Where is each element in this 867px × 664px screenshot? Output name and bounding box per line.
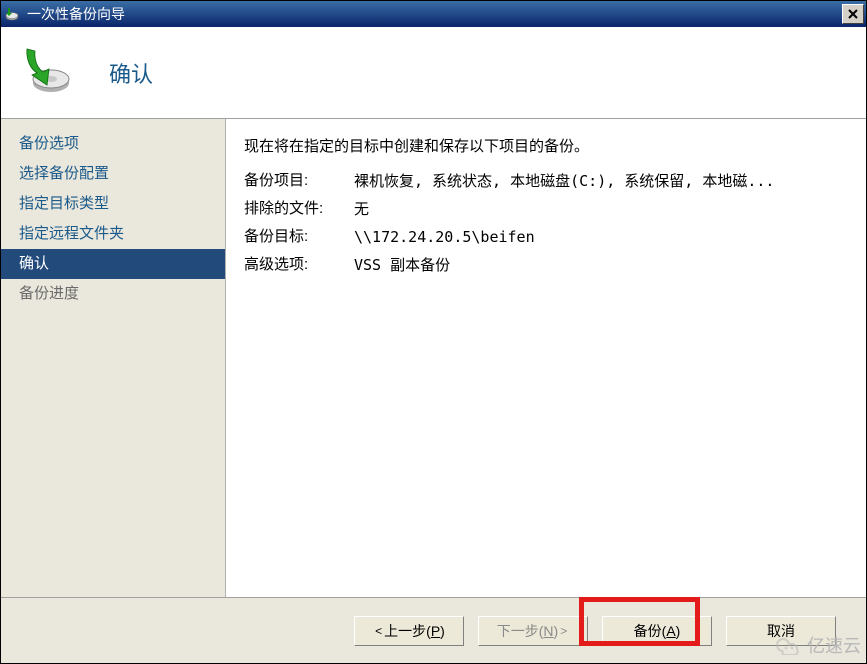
titlebar[interactable]: 一次性备份向导 (1, 1, 866, 27)
row-advanced: 高级选项: VSS 副本备份 (244, 251, 848, 279)
step-progress: 备份进度 (1, 279, 225, 309)
app-icon (3, 5, 21, 23)
backup-button[interactable]: 备份(A) (602, 616, 712, 646)
body: 备份选项 选择备份配置 指定目标类型 指定远程文件夹 确认 备份进度 现在将在指… (1, 119, 866, 597)
chevron-left-icon: < (375, 624, 382, 638)
header-banner: 确认 (1, 27, 866, 119)
step-confirm[interactable]: 确认 (1, 249, 225, 279)
step-select-config[interactable]: 选择备份配置 (1, 159, 225, 189)
footer-buttons: < 上一步(P) 下一步(N) > 备份(A) 取消 (1, 597, 866, 663)
value-backup-items: 裸机恢复, 系统状态, 本地磁盘(C:), 系统保留, 本地磁... (354, 167, 848, 195)
label-target: 备份目标: (244, 223, 354, 251)
prev-button[interactable]: < 上一步(P) (354, 616, 464, 646)
value-target: \\172.24.20.5\beifen (354, 223, 848, 251)
row-excluded: 排除的文件: 无 (244, 195, 848, 223)
wizard-steps-sidebar: 备份选项 选择备份配置 指定目标类型 指定远程文件夹 确认 备份进度 (1, 119, 225, 597)
step-target-type[interactable]: 指定目标类型 (1, 189, 225, 219)
window-title: 一次性备份向导 (27, 4, 842, 24)
next-button: 下一步(N) > (478, 616, 588, 646)
row-backup-items: 备份项目: 裸机恢复, 系统状态, 本地磁盘(C:), 系统保留, 本地磁... (244, 167, 848, 195)
label-backup-items: 备份项目: (244, 167, 354, 195)
chevron-right-icon: > (560, 624, 567, 638)
label-excluded: 排除的文件: (244, 195, 354, 223)
backup-icon (17, 45, 73, 101)
close-button[interactable] (842, 4, 864, 24)
step-remote-folder[interactable]: 指定远程文件夹 (1, 219, 225, 249)
step-backup-options[interactable]: 备份选项 (1, 129, 225, 159)
wizard-window: 一次性备份向导 确认 备份选项 选择备份配置 指定目标类型 指定远程文件夹 确认… (0, 0, 867, 664)
value-advanced: VSS 副本备份 (354, 251, 848, 279)
page-title: 确认 (109, 57, 153, 89)
cancel-button[interactable]: 取消 (726, 616, 836, 646)
label-advanced: 高级选项: (244, 251, 354, 279)
intro-text: 现在将在指定的目标中创建和保存以下项目的备份。 (244, 133, 848, 161)
content-pane: 现在将在指定的目标中创建和保存以下项目的备份。 备份项目: 裸机恢复, 系统状态… (225, 119, 866, 597)
value-excluded: 无 (354, 195, 848, 223)
row-target: 备份目标: \\172.24.20.5\beifen (244, 223, 848, 251)
